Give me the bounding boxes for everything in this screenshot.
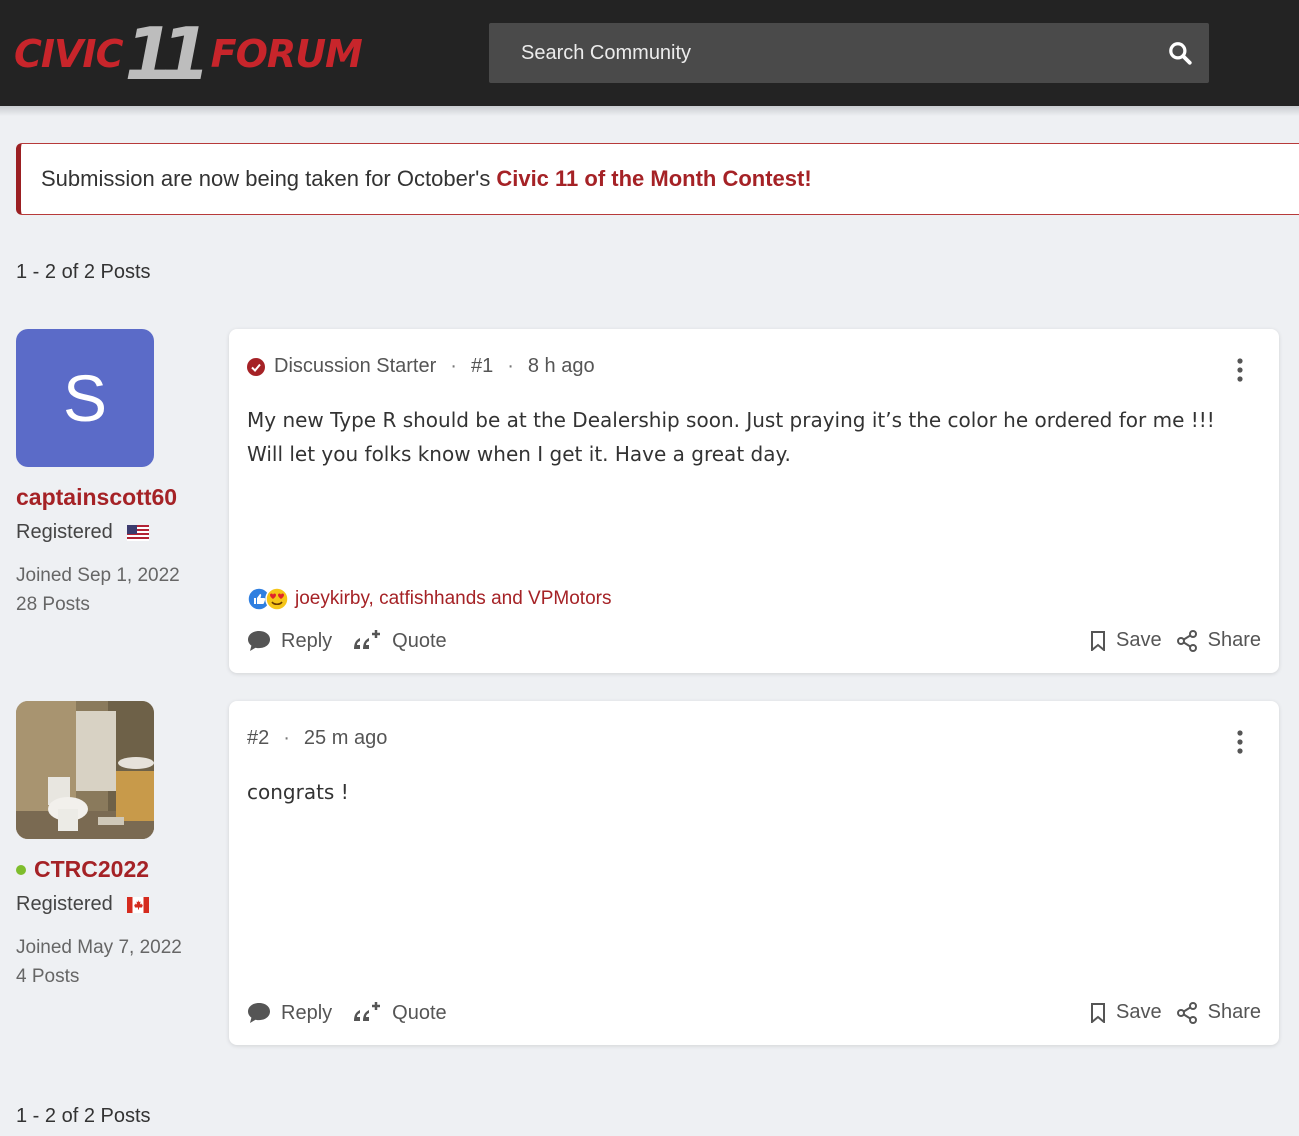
role-text: Registered [16,521,113,543]
post-time: 8 h ago [527,355,595,377]
post-actions-right: Save Share [1090,629,1261,652]
more-options-icon[interactable] [1229,357,1251,383]
post-time: 25 m ago [303,727,388,749]
site-logo[interactable]: CIVIC 11 FORUM [14,12,363,96]
quote-icon [354,630,381,649]
discussion-starter-icon [247,357,265,376]
search-input[interactable]: Search Community [489,23,1209,83]
save-label: Save [1116,1001,1162,1023]
search-icon[interactable] [1167,40,1193,66]
logo-forum-text: FORUM [210,32,363,76]
reaction-icons [247,587,289,611]
discussion-starter-label: Discussion Starter [274,355,437,377]
post-actions-left: Reply Quote [247,629,447,653]
post-count-top: 1 - 2 of 2 Posts [16,261,151,283]
reply-icon [248,631,270,651]
post-number[interactable]: #2 [247,727,269,750]
avatar[interactable]: S [16,329,154,467]
love-reaction-icon [265,587,289,611]
reply-label: Reply [281,1001,333,1024]
post-actions-right: Save Share [1090,1001,1261,1024]
user-role: Registered [16,521,149,544]
user-post-count: 4 Posts [16,966,80,987]
user-meta: Joined May 7, 2022 4 Posts [16,933,182,991]
bookmark-icon [1091,630,1106,651]
bookmark-icon [1091,1002,1106,1023]
post-body: My new Type R should be at the Dealershi… [247,408,1215,466]
announcement-banner: Submission are now being taken for Octob… [16,143,1299,215]
save-button[interactable]: Save [1090,629,1162,652]
post-header: Discussion Starter · #1 · 8 h ago [247,355,595,378]
more-options-icon[interactable] [1229,729,1251,755]
separator-dot: · [507,355,514,377]
reply-icon [248,1003,270,1023]
post-card: Discussion Starter · #1 · 8 h ago My new… [229,329,1279,673]
logo-civic-text: CIVIC [14,32,123,76]
header-shadow [0,106,1299,116]
avatar-letter: S [16,329,154,467]
ca-flag-icon [126,896,149,913]
quote-label: Quote [392,629,447,652]
avatar[interactable] [16,701,154,839]
site-header: CIVIC 11 FORUM Search Community [0,0,1299,106]
separator-dot: · [450,355,457,377]
share-icon [1176,629,1197,652]
post-body: congrats ! [247,780,349,804]
reply-button[interactable]: Reply [247,630,332,653]
quote-button[interactable]: Quote [352,1001,447,1025]
post-count-bottom: 1 - 2 of 2 Posts [16,1105,151,1127]
reactions[interactable]: joeykirby, catfishhands and VPMotors [247,587,611,611]
announcement-link[interactable]: Civic 11 of the Month Contest! [496,166,811,192]
post-number[interactable]: #1 [471,355,493,378]
search-placeholder: Search Community [521,41,692,64]
post-header: #2 · 25 m ago [247,727,387,750]
us-flag-icon [126,524,149,541]
avatar-photo [16,701,154,839]
joined-date: Joined May 7, 2022 [16,937,182,958]
reaction-users: joeykirby, catfishhands and VPMotors [295,588,612,609]
post-card: #2 · 25 m ago congrats ! Reply Quote Sav… [229,701,1279,1045]
logo-eleven-text: 11 [124,12,210,96]
share-label: Share [1207,1001,1261,1023]
reply-label: Reply [281,629,333,652]
user-role: Registered [16,893,149,916]
role-text: Registered [16,893,113,915]
quote-label: Quote [392,1001,447,1024]
username[interactable]: CTRC2022 [16,856,149,883]
user-post-count: 28 Posts [16,594,90,615]
post-actions-left: Reply Quote [247,1001,447,1025]
share-label: Share [1207,629,1261,651]
save-button[interactable]: Save [1090,1001,1162,1024]
online-status-icon [16,864,26,875]
share-button[interactable]: Share [1176,629,1261,652]
user-meta: Joined Sep 1, 2022 28 Posts [16,561,180,619]
joined-date: Joined Sep 1, 2022 [16,565,180,586]
share-button[interactable]: Share [1176,1001,1261,1024]
separator-dot: · [283,727,290,749]
username-text: captainscott60 [16,484,178,510]
save-label: Save [1116,629,1162,651]
quote-icon [354,1002,381,1021]
username[interactable]: captainscott60 [16,484,177,511]
announcement-text: Submission are now being taken for Octob… [41,166,491,191]
share-icon [1176,1001,1197,1024]
username-text: CTRC2022 [34,856,150,882]
quote-button[interactable]: Quote [352,629,447,653]
reply-button[interactable]: Reply [247,1002,332,1025]
